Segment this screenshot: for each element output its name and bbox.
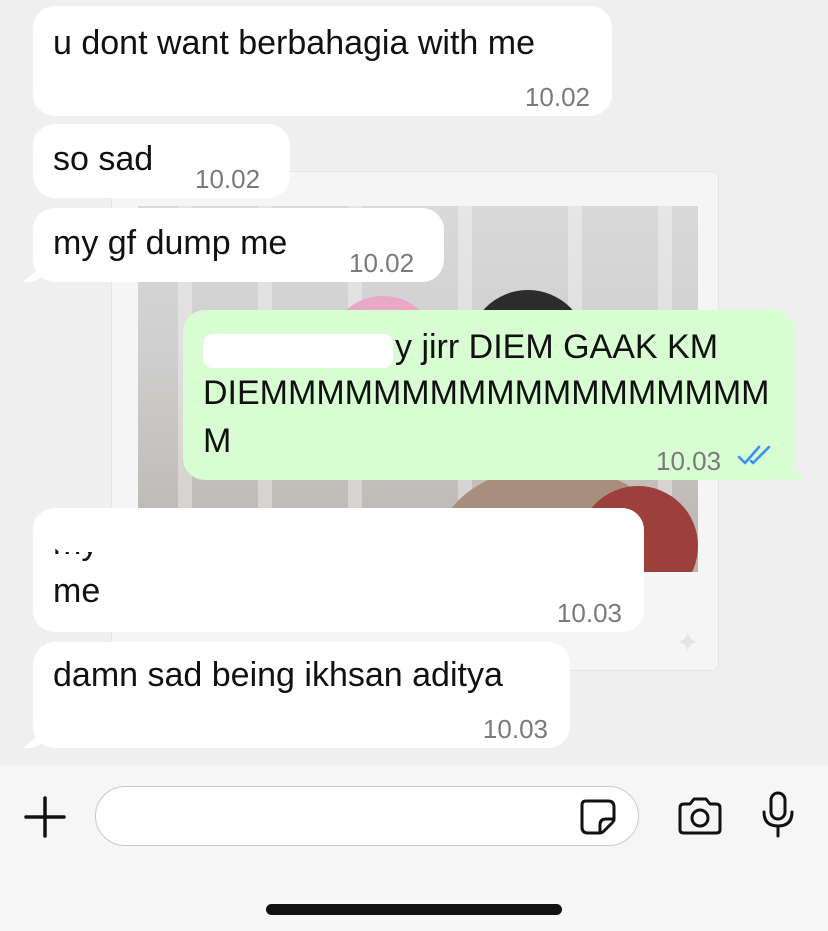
message-bubble-incoming[interactable]: my me 10.03: [33, 508, 644, 632]
message-bubble-incoming[interactable]: so sad 10.02: [33, 124, 290, 198]
home-indicator: [266, 904, 562, 915]
message-text: my gf dump me: [53, 224, 288, 262]
message-bubble-incoming[interactable]: damn sad being ikhsan aditya 10.03: [33, 642, 570, 748]
message-time: 10.03: [656, 446, 722, 476]
message-input[interactable]: [95, 786, 639, 846]
message-time: 10.02: [349, 248, 415, 278]
message-bubble-outgoing[interactable]: y jirr DIEM GAAK KM DIEMMMMMMMMMMMMMMMMM…: [183, 310, 795, 480]
message-bubble-incoming[interactable]: my gf dump me 10.02: [33, 208, 444, 282]
message-text-line: DIEMMMMMMMMMMMMMMMMMM: [203, 374, 770, 412]
message-time: 10.03: [556, 598, 622, 628]
camera-icon[interactable]: [676, 796, 724, 836]
microphone-icon[interactable]: [760, 790, 796, 840]
message-text: so sad: [53, 140, 154, 178]
sparkle-icon: ✦: [676, 627, 700, 658]
message-text: u dont want berbahagia with me: [53, 24, 535, 62]
message-time: 10.02: [195, 164, 261, 194]
message-time: 10.03: [482, 714, 548, 744]
plus-icon[interactable]: [22, 794, 68, 840]
message-time: 10.02: [524, 82, 590, 112]
message-bubble-incoming[interactable]: u dont want berbahagia with me 10.02: [33, 6, 612, 116]
message-text-line: y jirr DIEM GAAK KM: [395, 328, 719, 366]
message-text: damn sad being ikhsan aditya: [53, 656, 503, 694]
redacted-text: [203, 334, 393, 368]
message-text-line: me: [53, 572, 101, 610]
sticker-icon[interactable]: [578, 797, 618, 837]
message-text-line: M: [203, 422, 232, 460]
double-check-icon: [737, 445, 771, 465]
redacted-text: [53, 514, 633, 552]
